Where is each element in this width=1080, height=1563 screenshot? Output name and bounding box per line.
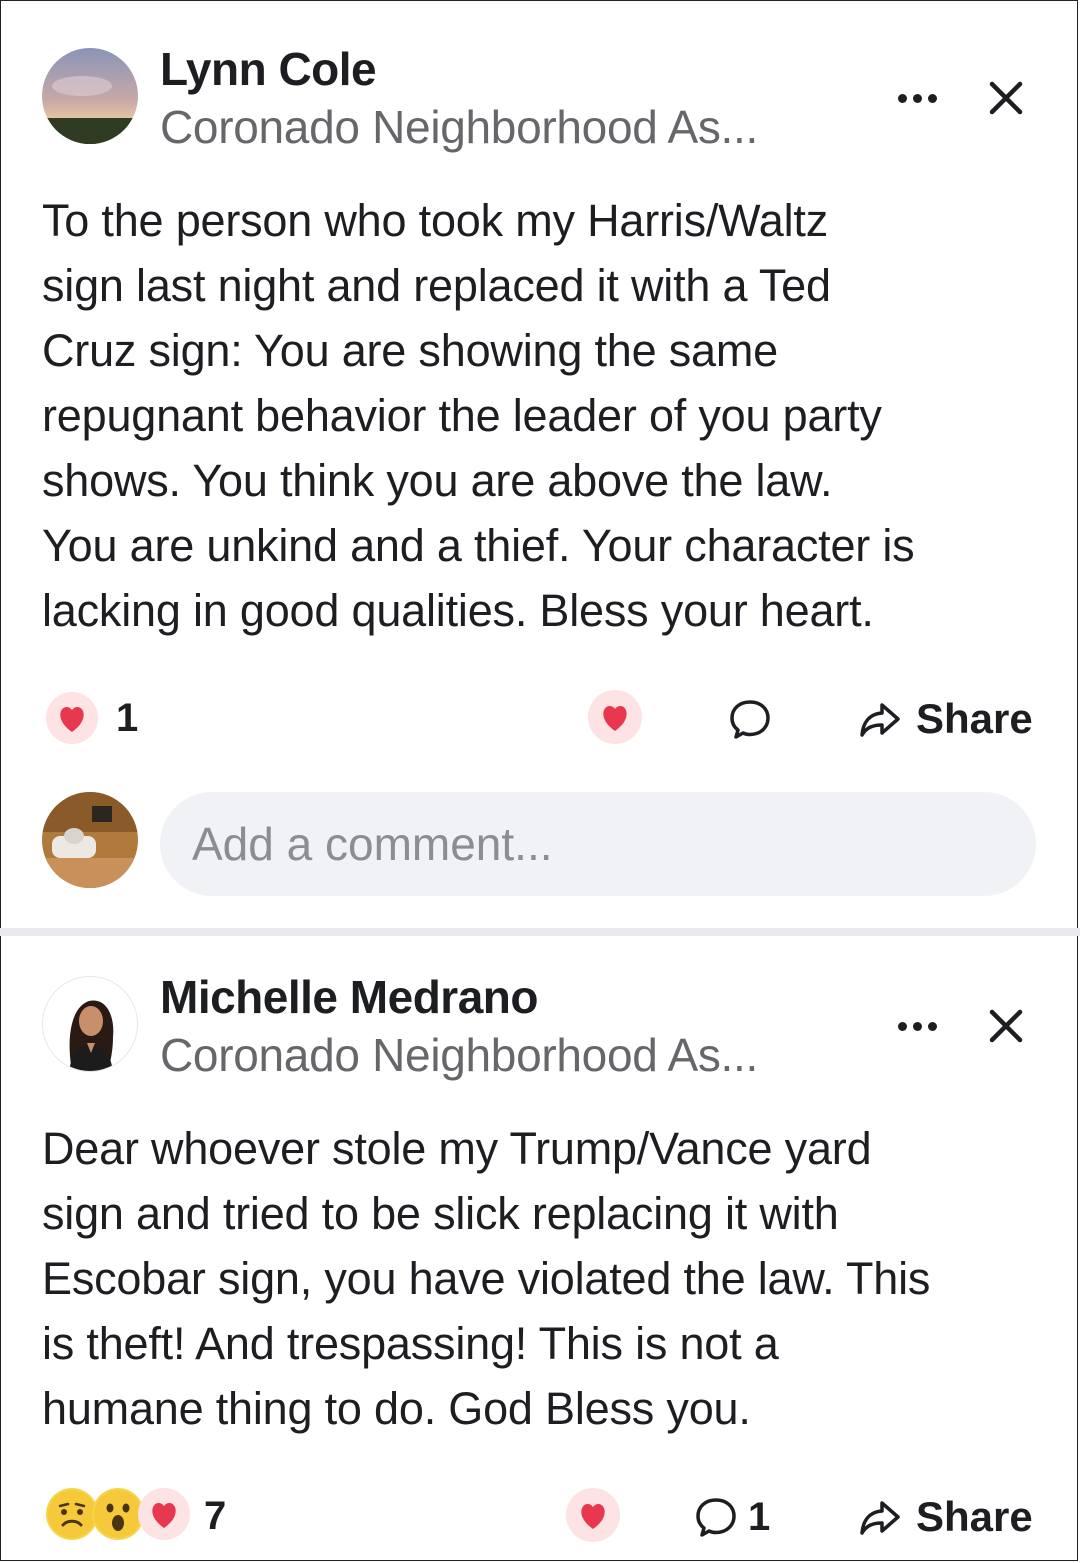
share-icon (860, 703, 900, 737)
reaction-bar: 1 Share (0, 690, 1080, 750)
author-avatar[interactable] (42, 976, 138, 1072)
post-card: Michelle Medrano Coronado Neighborhood A… (0, 936, 1080, 1563)
comment-button[interactable] (728, 694, 772, 744)
post-text: Dear whoever stole my Trump/Vance yard s… (42, 1123, 931, 1434)
reaction-bar: 7 1 Share (0, 1486, 1080, 1546)
reaction-count[interactable]: 1 (116, 696, 138, 741)
comment-icon (696, 1498, 736, 1537)
comment-button[interactable]: 1 (694, 1492, 770, 1542)
more-options-icon[interactable] (898, 88, 948, 108)
close-icon[interactable] (988, 80, 1024, 116)
love-button[interactable] (566, 1488, 620, 1542)
comment-count: 1 (748, 1494, 771, 1539)
comment-icon (730, 700, 770, 739)
user-avatar[interactable] (42, 792, 138, 888)
post-divider (0, 928, 1080, 936)
author-avatar[interactable] (42, 48, 138, 144)
heart-reaction-icon[interactable] (138, 1488, 190, 1540)
author-name[interactable]: Michelle Medrano (160, 970, 538, 1024)
group-name[interactable]: Coronado Neighborhood As... (160, 100, 758, 154)
share-button[interactable]: Share (858, 1492, 1033, 1542)
share-button[interactable]: Share (858, 694, 1033, 744)
heart-reaction-icon[interactable] (46, 692, 98, 744)
group-name[interactable]: Coronado Neighborhood As... (160, 1028, 758, 1082)
love-button[interactable] (588, 690, 642, 744)
more-options-icon[interactable] (898, 1016, 948, 1036)
comment-input[interactable] (160, 792, 1036, 896)
reaction-count[interactable]: 7 (204, 1494, 226, 1539)
close-icon[interactable] (988, 1008, 1024, 1044)
author-name[interactable]: Lynn Cole (160, 42, 377, 96)
post-card: Lynn Cole Coronado Neighborhood As... To… (0, 0, 1080, 930)
share-label: Share (916, 1493, 1033, 1540)
share-label: Share (916, 695, 1033, 742)
sad-reaction-icon[interactable] (46, 1488, 98, 1540)
wow-reaction-icon[interactable] (92, 1488, 144, 1540)
post-text: To the person who took my Harris/Waltz s… (42, 195, 915, 636)
share-icon (860, 1501, 900, 1535)
